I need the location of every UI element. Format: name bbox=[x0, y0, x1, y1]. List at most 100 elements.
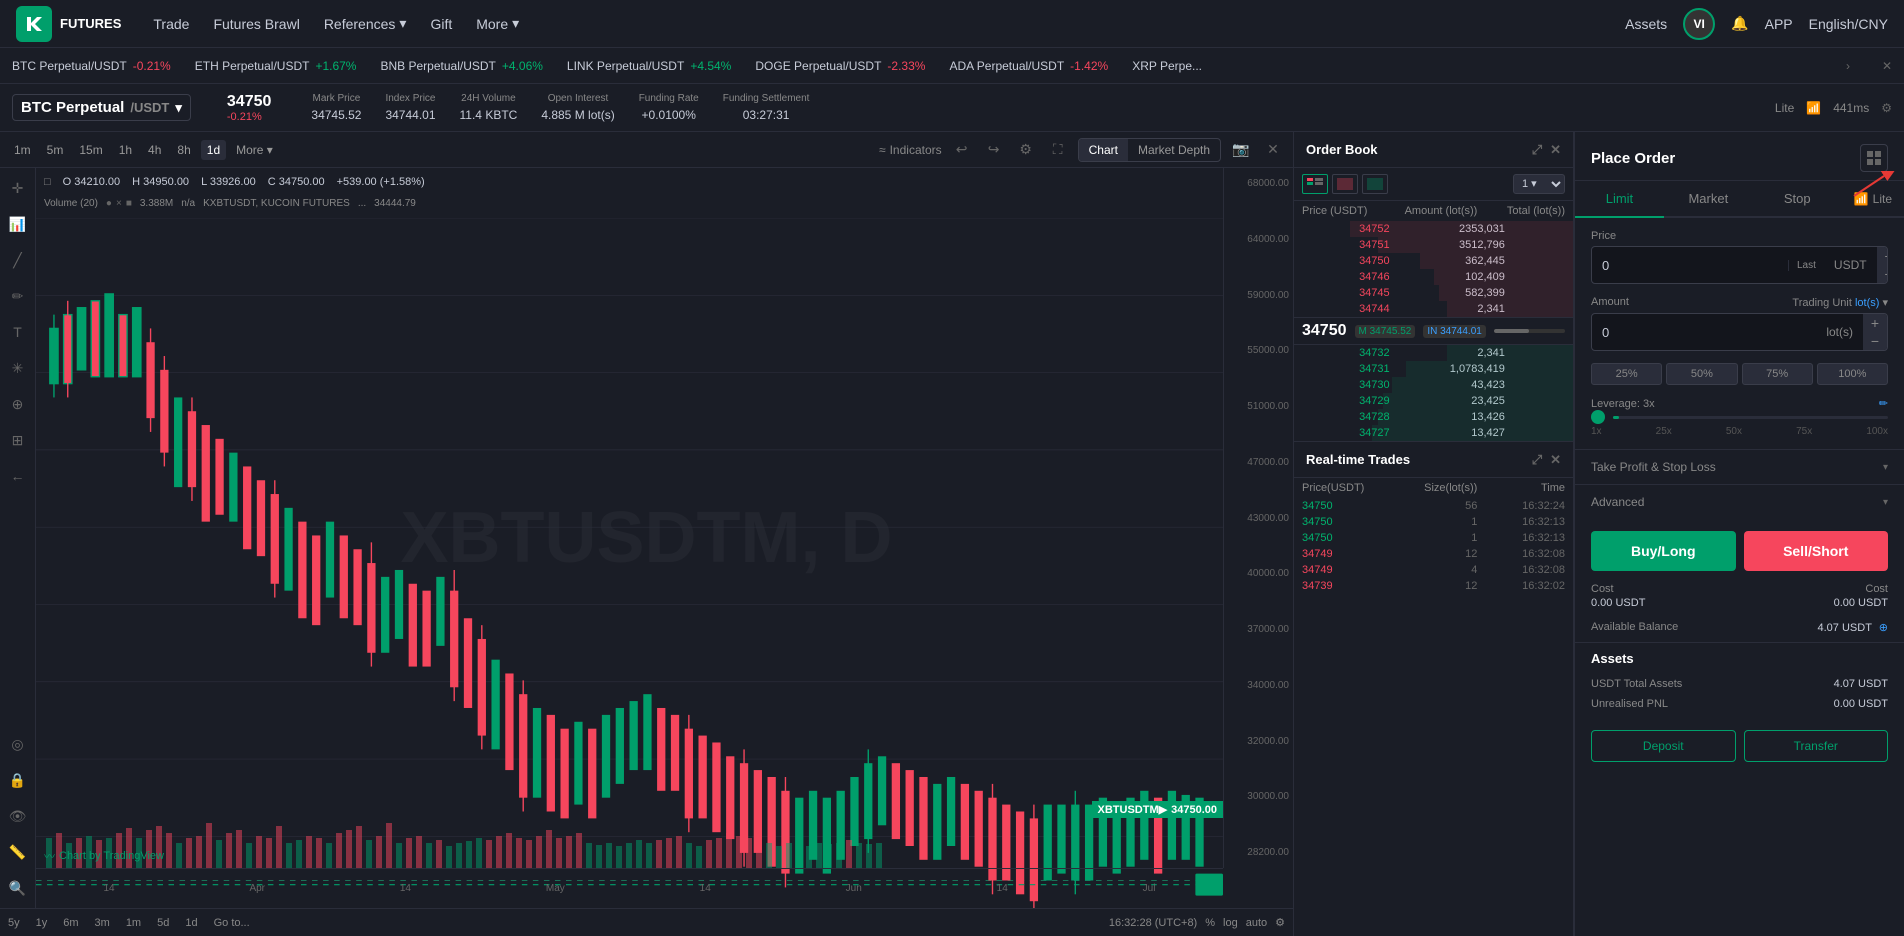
ticker-close-btn[interactable]: ✕ bbox=[1882, 59, 1892, 73]
back-tool[interactable]: ← bbox=[6, 464, 30, 488]
candle-tool[interactable]: 📊 bbox=[6, 212, 30, 236]
line-tool[interactable]: ╱ bbox=[6, 248, 30, 272]
pct-75[interactable]: 75% bbox=[1742, 363, 1813, 385]
tf-1d[interactable]: 1d bbox=[201, 140, 226, 160]
ob-depth-select[interactable]: 1 ▾ 0.1 0.01 bbox=[1513, 174, 1565, 194]
tf-more[interactable]: More ▾ bbox=[230, 140, 279, 160]
ticker-ada[interactable]: ADA Perpetual/USDT -1.42% bbox=[949, 59, 1108, 73]
tp-sl-toggle[interactable]: Take Profit & Stop Loss ▾ bbox=[1575, 449, 1904, 484]
nav-more[interactable]: More ▾ bbox=[476, 15, 519, 32]
tf-1m-b[interactable]: 1m bbox=[126, 917, 141, 929]
amount-decrease-btn[interactable]: − bbox=[1863, 332, 1887, 350]
assets-btn[interactable]: Assets bbox=[1625, 16, 1667, 32]
ask-row-2[interactable]: 34751 351 2,796 bbox=[1294, 237, 1573, 253]
tf-5d[interactable]: 5d bbox=[157, 917, 169, 929]
tab-stop[interactable]: Stop bbox=[1753, 181, 1842, 218]
lock-tool[interactable]: 🔒 bbox=[6, 768, 30, 792]
tf-1h[interactable]: 1h bbox=[113, 140, 138, 160]
trades-expand-icon[interactable]: ⤢ bbox=[1532, 452, 1542, 468]
camera-btn[interactable]: 📷 bbox=[1229, 138, 1253, 162]
order-book-close-icon[interactable]: ✕ bbox=[1550, 142, 1561, 158]
tf-3m[interactable]: 3m bbox=[95, 917, 110, 929]
bid-row-5[interactable]: 34728 1 3,426 bbox=[1294, 409, 1573, 425]
tf-5m[interactable]: 5m bbox=[41, 140, 70, 160]
tab-limit[interactable]: Limit bbox=[1575, 181, 1664, 218]
magnet-tool[interactable]: ◎ bbox=[6, 732, 30, 756]
ob-type-asks[interactable] bbox=[1332, 174, 1358, 194]
tab-market[interactable]: Market bbox=[1664, 181, 1753, 218]
order-grid-icon-btn[interactable] bbox=[1860, 144, 1888, 172]
percent-toggle[interactable]: % bbox=[1205, 917, 1215, 929]
ticker-bnb[interactable]: BNB Perpetual/USDT +4.06% bbox=[380, 59, 542, 73]
nav-references[interactable]: References ▾ bbox=[324, 15, 407, 32]
price-increase-btn[interactable]: + bbox=[1877, 247, 1888, 265]
deposit-btn[interactable]: Deposit bbox=[1591, 730, 1736, 762]
transfer-btn[interactable]: Transfer bbox=[1744, 730, 1889, 762]
text-tool[interactable]: T bbox=[6, 320, 30, 344]
pct-25[interactable]: 25% bbox=[1591, 363, 1662, 385]
ticker-btc[interactable]: BTC Perpetual/USDT -0.21% bbox=[12, 59, 171, 73]
undo-btn[interactable]: ↩ bbox=[950, 138, 974, 162]
tf-15m[interactable]: 15m bbox=[73, 140, 108, 160]
price-input[interactable] bbox=[1592, 250, 1788, 281]
leverage-edit-btn[interactable]: ✏ bbox=[1879, 397, 1888, 410]
nav-gift[interactable]: Gift bbox=[430, 16, 452, 32]
nav-futures-brawl[interactable]: Futures Brawl bbox=[213, 16, 299, 32]
tf-1y[interactable]: 1y bbox=[36, 917, 48, 929]
bid-row-6[interactable]: 34727 1 3,427 bbox=[1294, 425, 1573, 441]
tf-5y[interactable]: 5y bbox=[8, 917, 20, 929]
ob-type-both[interactable] bbox=[1302, 174, 1328, 194]
pct-50[interactable]: 50% bbox=[1666, 363, 1737, 385]
tf-1d-b[interactable]: 1d bbox=[185, 917, 197, 929]
trades-close-icon[interactable]: ✕ bbox=[1550, 452, 1561, 468]
ticker-scroll-right[interactable]: › bbox=[1846, 59, 1850, 73]
chart-config-icon[interactable]: ⚙ bbox=[1275, 916, 1285, 929]
logo-icon[interactable] bbox=[16, 6, 52, 42]
ask-row-4[interactable]: 34746 10 2,409 bbox=[1294, 269, 1573, 285]
amount-input[interactable] bbox=[1592, 317, 1816, 348]
language-selector[interactable]: English/CNY bbox=[1809, 16, 1888, 32]
amount-unit-chevron[interactable]: ▾ bbox=[1882, 297, 1888, 309]
tf-6m[interactable]: 6m bbox=[63, 917, 78, 929]
buy-long-btn[interactable]: Buy/Long bbox=[1591, 531, 1736, 571]
lite-toggle[interactable]: Lite bbox=[1775, 101, 1794, 115]
advanced-toggle[interactable]: Advanced ▾ bbox=[1575, 484, 1904, 519]
ticker-doge[interactable]: DOGE Perpetual/USDT -2.33% bbox=[755, 59, 925, 73]
ask-row-3[interactable]: 34750 36 2,445 bbox=[1294, 253, 1573, 269]
close-chart-btn[interactable]: ✕ bbox=[1261, 138, 1285, 162]
app-download-btn[interactable]: APP bbox=[1765, 16, 1793, 32]
draw-tool[interactable]: ✏ bbox=[6, 284, 30, 308]
log-toggle[interactable]: log bbox=[1223, 917, 1238, 929]
ticker-xrp[interactable]: XRP Perpe... bbox=[1132, 59, 1202, 73]
ob-type-bids[interactable] bbox=[1362, 174, 1388, 194]
eye-tool[interactable]: 👁 bbox=[6, 804, 30, 828]
leverage-handle[interactable] bbox=[1591, 410, 1605, 424]
zoom-tool[interactable]: 🔍 bbox=[6, 876, 30, 900]
ticker-link[interactable]: LINK Perpetual/USDT +4.54% bbox=[567, 59, 731, 73]
goto-btn[interactable]: Go to... bbox=[214, 917, 250, 929]
tf-8h[interactable]: 8h bbox=[171, 140, 196, 160]
symbol-selector[interactable]: BTC Perpetual /USDT ▾ bbox=[12, 94, 191, 121]
crosshair-tool[interactable]: ✛ bbox=[6, 176, 30, 200]
auto-toggle[interactable]: auto bbox=[1246, 917, 1267, 929]
tf-1m[interactable]: 1m bbox=[8, 140, 37, 160]
chart-settings-btn[interactable]: ⚙ bbox=[1014, 138, 1038, 162]
ask-row-5[interactable]: 34745 58 2,399 bbox=[1294, 285, 1573, 301]
ticker-eth[interactable]: ETH Perpetual/USDT +1.67% bbox=[195, 59, 357, 73]
amount-increase-btn[interactable]: + bbox=[1863, 314, 1887, 332]
pct-100[interactable]: 100% bbox=[1817, 363, 1888, 385]
lite-btn[interactable]: 📶 Lite bbox=[1842, 181, 1904, 216]
fullscreen-btn[interactable]: ⛶ bbox=[1046, 138, 1070, 162]
order-book-expand-icon[interactable]: ⤢ bbox=[1532, 142, 1542, 158]
ask-row-1[interactable]: 34752 235 3,031 bbox=[1294, 221, 1573, 237]
pattern-tool[interactable]: ✳ bbox=[6, 356, 30, 380]
indicators-btn[interactable]: ≈ Indicators bbox=[879, 143, 942, 157]
depth-view-btn[interactable]: Market Depth bbox=[1128, 139, 1220, 161]
add-funds-icon[interactable]: ⊕ bbox=[1879, 622, 1888, 634]
leverage-track[interactable] bbox=[1613, 416, 1888, 419]
sell-short-btn[interactable]: Sell/Short bbox=[1744, 531, 1889, 571]
settings-icon[interactable]: ⚙ bbox=[1881, 101, 1892, 115]
bid-row-2[interactable]: 34731 1,078 3,419 bbox=[1294, 361, 1573, 377]
price-decrease-btn[interactable]: − bbox=[1877, 265, 1888, 283]
measure-tool2[interactable]: 📏 bbox=[6, 840, 30, 864]
